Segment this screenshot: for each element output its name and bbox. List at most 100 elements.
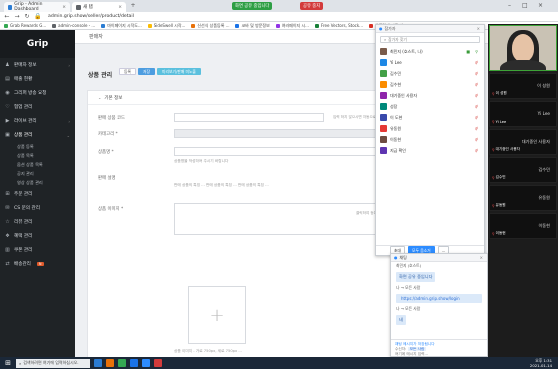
chevron-right-icon: › — [68, 62, 70, 68]
product-code-input[interactable] — [174, 113, 324, 122]
mic-muted-icon: ⚲̸ — [475, 60, 478, 65]
field-label-product-code: 판매 상품 코드 — [98, 116, 126, 121]
sidebar-item-collab[interactable]: ♡ 협업 관리 — [0, 100, 75, 114]
save-button[interactable]: 저장 — [138, 68, 155, 75]
sidebar-item-live[interactable]: ▶ 라이브 관리 › — [0, 114, 75, 128]
bookmark-item[interactable]: 여러페이지 시... — [275, 23, 309, 29]
close-icon[interactable]: × — [477, 26, 480, 31]
maximize-icon[interactable]: □ — [522, 2, 528, 9]
reload-icon[interactable]: ↻ — [24, 13, 30, 20]
participant-row[interactable]: Yi Lee ⚲̸ — [376, 57, 484, 68]
sidebar-subitem-notices[interactable]: 공지 관리 — [0, 169, 75, 178]
plus-icon: + — [209, 304, 225, 326]
participant-row[interactable]: 이동현 ⚲̸ — [376, 134, 484, 145]
browser-tab-admin[interactable]: Grip - Admin Dashboard × — [4, 2, 70, 12]
video-tile[interactable]: 이 성원 ⚲ 이 성원 — [489, 73, 557, 99]
participant-name: 김수민 — [538, 167, 550, 172]
taskbar-app-icon[interactable] — [118, 359, 126, 367]
preview-button[interactable]: 미리보기/판매 미노출 — [157, 68, 201, 75]
chat-link[interactable]: https://admin.grip.show/login — [396, 294, 482, 303]
card-header-title: 기본 정보 — [104, 95, 123, 101]
video-tile[interactable]: Yi Lee ⚲ Yi Lee — [489, 101, 557, 127]
bookmark-item[interactable]: Grab Rewards G... — [4, 23, 46, 28]
back-icon[interactable]: ← — [4, 13, 10, 20]
page-title: 상품 관리 — [88, 72, 113, 79]
taskbar-app-icon[interactable] — [130, 359, 138, 367]
sidebar-item-sales[interactable]: ▤ 매출 현황 — [0, 72, 75, 86]
sidebar-item-broadcast-request[interactable]: ◉ 그리퍼 방송 요청 — [0, 86, 75, 100]
participant-name: 유동원 — [538, 195, 550, 200]
close-icon[interactable]: × — [118, 5, 122, 10]
taskbar-search-input[interactable]: ⌕ 검색하려면 여기에 입력하십시오. — [16, 358, 90, 368]
description-help: 판매 상품의 특징 ... 판매 상품의 특징 ... 판매 상품의 특징 ..… — [174, 183, 269, 187]
participants-search-input[interactable]: ⌕ 참가자 찾기 — [380, 36, 480, 43]
sidebar-subitem-product-register[interactable]: 상품 등록 — [0, 142, 75, 151]
minimize-icon[interactable]: – — [508, 2, 511, 9]
participants-title: 참가자 — [384, 25, 396, 31]
close-window-icon[interactable]: × — [538, 2, 543, 9]
person-face — [512, 34, 534, 62]
participant-row[interactable]: 성장 ⚲̸ — [376, 101, 484, 112]
field-label-description: 판매 설명 — [98, 176, 116, 181]
new-badge: N — [36, 262, 44, 266]
participant-row[interactable]: 지금 확인 ⚲̸ — [376, 145, 484, 156]
image-upload-button[interactable]: + — [188, 286, 246, 344]
participant-row[interactable]: 대기중인 사용자 ⚲̸ — [376, 90, 484, 101]
bookmark-item[interactable]: SideSwell 시작... — [147, 23, 185, 29]
video-tile[interactable]: 대기중인 사용자 ⚲ 대기중인 사용자 — [489, 129, 557, 155]
cart-icon: ⊞ — [5, 191, 10, 197]
bookmark-icon — [369, 23, 373, 28]
sidebar-subitem-option-products[interactable]: 옵션 상품 목록 — [0, 160, 75, 169]
sidebar-item-coupons[interactable]: ▥ 쿠폰 관리 — [0, 243, 75, 257]
favicon-icon — [76, 4, 81, 10]
windows-start-icon[interactable]: ⊞ — [4, 359, 12, 367]
bookmark-item[interactable]: 신선식 상품등록 ... — [191, 23, 229, 29]
sidebar-item-delivery[interactable]: ⇄ 배송관리 N — [0, 257, 75, 271]
browser-tab-new[interactable]: 새 탭 × — [72, 2, 126, 12]
close-icon[interactable]: × — [62, 5, 66, 10]
taskbar-app-icon[interactable] — [106, 359, 114, 367]
bookmark-icon — [314, 24, 319, 28]
video-tile[interactable]: 김수민 ⚲ 김수민 — [489, 157, 557, 183]
sidebar-item-reviews[interactable]: ☆ 리뷰 관리 — [0, 215, 75, 229]
browser-tab-strip: Grip - Admin Dashboard × 새 탭 × + 화면 공유 중… — [0, 0, 558, 12]
avatar — [380, 70, 387, 77]
bookmark-item[interactable]: 코바 및 방문정보 — [235, 23, 270, 29]
participant-tag: ⚲ 유동원 — [492, 203, 506, 208]
participant-row[interactable]: 김수민 ⚲̸ — [376, 68, 484, 79]
stop-share-button[interactable]: 공유 중지 — [300, 2, 324, 10]
taskbar-app-icon[interactable] — [154, 359, 162, 367]
participant-row[interactable]: 최민지 (호스트, 나) ■ ⚲ — [376, 46, 484, 57]
chat-icon: ✉ — [5, 205, 10, 211]
url-field[interactable]: admin.grip.show/seller/product/detail — [48, 14, 134, 19]
taskbar-app-icon[interactable] — [142, 359, 150, 367]
bookmark-item[interactable]: 마이페이지 시작도... — [101, 23, 142, 29]
user-icon: ♟ — [5, 62, 10, 68]
chevron-down-icon: ⌄ — [98, 95, 102, 100]
close-icon[interactable]: × — [480, 255, 483, 260]
mic-muted-icon: ⚲ — [492, 203, 495, 208]
sidebar-item-benefits[interactable]: ❖ 혜택 관리 — [0, 229, 75, 243]
self-video-tile[interactable] — [489, 25, 557, 71]
sidebar-item-products[interactable]: ▣ 상품 관리 ⌄ — [0, 128, 75, 142]
sidebar-subitem-video-products[interactable]: 영상 상품 관리 — [0, 178, 75, 187]
sidebar-item-seller-info[interactable]: ♟ 판매자 정보 › — [0, 58, 75, 72]
chat-icon: ● — [394, 255, 398, 260]
video-tile[interactable]: 유동원 ⚲ 유동원 — [489, 185, 557, 211]
video-tile[interactable]: 이동현 ⚲ 이동현 — [489, 213, 557, 239]
new-tab-icon[interactable]: + — [130, 2, 136, 9]
taskbar-app-icon[interactable] — [94, 359, 102, 367]
register-button[interactable]: 등록 — [119, 68, 136, 75]
bookmark-item[interactable]: admin-console - ... — [52, 23, 95, 28]
sidebar-item-orders[interactable]: ⊞ 주문 관리 — [0, 187, 75, 201]
mic-icon: ⚲ — [475, 49, 478, 54]
taskbar-clock[interactable]: 오후 1:31 2021-01-14 — [530, 358, 552, 368]
participant-row[interactable]: 김수현 ⚲̸ — [376, 79, 484, 90]
participant-row[interactable]: 유동원 ⚲̸ — [376, 123, 484, 134]
bookmark-item[interactable]: Free Vectors, Stock... — [314, 23, 363, 28]
sidebar-subitem-product-list[interactable]: 상품 목록 — [0, 151, 75, 160]
participant-row[interactable]: 이 도현 ⚲̸ — [376, 112, 484, 123]
sidebar-item-cs[interactable]: ✉ CS 문의 관리 — [0, 201, 75, 215]
forward-icon[interactable]: → — [14, 13, 20, 20]
app-logo[interactable]: Grip — [0, 30, 75, 58]
